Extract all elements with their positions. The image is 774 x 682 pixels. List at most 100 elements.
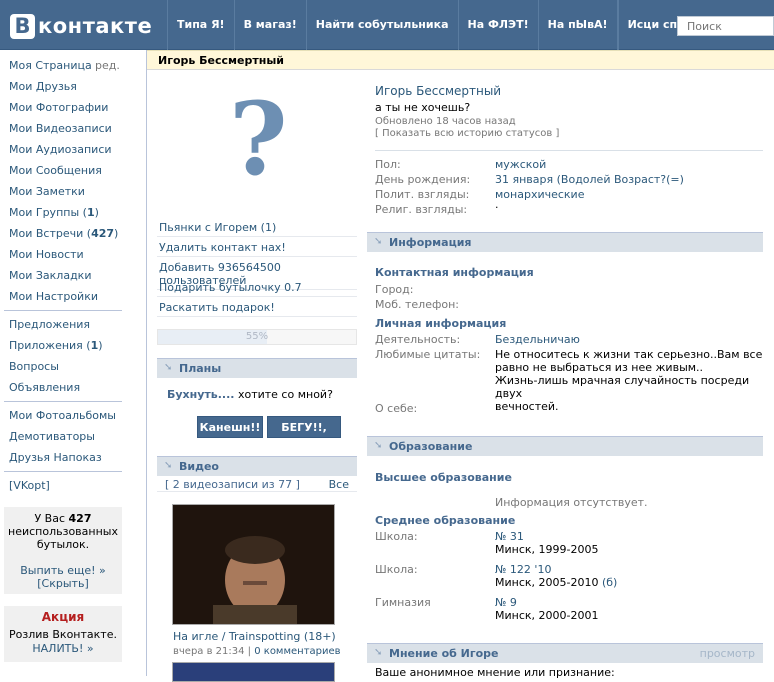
arrow-icon: ➘ — [374, 440, 383, 451]
vkopt-link[interactable]: [VKopt] — [9, 479, 50, 492]
sidebar-item-ads[interactable]: Объявления — [9, 381, 80, 394]
paren: ) — [114, 227, 119, 240]
paren: ) — [94, 206, 99, 219]
school-name-link[interactable]: № 31 — [495, 530, 524, 543]
run-button[interactable]: БЕГУ!!, уже — [267, 416, 341, 455]
sidebar-item-demotivators[interactable]: Демотиваторы — [9, 430, 95, 443]
school-detail: Минск, 1999-2005 — [495, 543, 599, 556]
sidebar-item-show-friends[interactable]: Друзья Напоказ — [9, 451, 102, 464]
search-input[interactable] — [677, 16, 774, 36]
logo-badge: В — [10, 13, 35, 39]
video-thumbnail[interactable] — [172, 504, 335, 625]
action-give-bottle[interactable]: Подарить бутылочку 0.7 — [157, 279, 357, 297]
sidebar-item-videos[interactable]: Мои Видеозаписи — [9, 122, 112, 135]
hide-link[interactable]: [Скрыть] — [4, 577, 122, 590]
bottles-box: У Вас 427 неиспользованных бутылок. Выпи… — [4, 507, 122, 594]
arrow-icon: ➘ — [374, 647, 383, 658]
sidebar-item-groups[interactable]: Мои Группы (1) — [9, 206, 99, 219]
status-text[interactable]: а ты не хочешь? — [375, 101, 470, 114]
drink-more-link[interactable]: Выпить еще! » — [4, 564, 122, 577]
status-history-link[interactable]: [ Показать всю историю статусов ] — [375, 128, 559, 139]
school-label: Школа: — [375, 563, 418, 576]
agree-button[interactable]: Канешн!! — [197, 416, 263, 438]
sidebar-item-offers[interactable]: Предложения — [9, 318, 90, 331]
sidebar-item-friends[interactable]: Мои Друзья — [9, 80, 77, 93]
school-label: Школа: — [375, 530, 418, 543]
nav-v-magaz[interactable]: В магаз! — [233, 0, 306, 50]
action-send-gift[interactable]: Раскатить подарок! — [157, 299, 357, 317]
activity-value[interactable]: Бездельничаю — [495, 333, 580, 346]
secondary-education-title: Среднее образование — [375, 514, 516, 527]
video-frame — [173, 505, 334, 624]
sidebar-item-audio[interactable]: Мои Аудиозаписи — [9, 143, 112, 156]
nav-na-flat[interactable]: На ФЛЭТ! — [457, 0, 538, 50]
logo-text: контакте — [38, 14, 153, 38]
progress-label: 55% — [245, 331, 269, 342]
sidebar-item-photoalbums[interactable]: Мои Фотоальбомы — [9, 409, 116, 422]
promo-title: Акция — [41, 610, 85, 624]
action-parties[interactable]: Пьянки с Игорем (1) — [157, 219, 357, 237]
school-name-link[interactable]: № 9 — [495, 596, 517, 609]
arrow-icon: ➘ — [164, 460, 173, 471]
logo[interactable]: В контакте — [10, 11, 152, 41]
sidebar-item-events[interactable]: Мои Встречи (427) — [9, 227, 118, 240]
quotes-value: Не относитесь к жизни так серьезно..Вам … — [495, 348, 774, 413]
profile-name-bar: Игорь Бессмертный — [147, 50, 774, 70]
politics-label: Полит. взгляды: — [375, 188, 470, 201]
bottles-line3: бутылок. — [36, 538, 90, 551]
opinion-prompt: Ваше анонимное мнение или признание: — [375, 666, 615, 679]
gender-value[interactable]: мужской — [495, 158, 546, 171]
sidebar-divider — [4, 310, 122, 311]
video-all-link[interactable]: Все — [329, 478, 349, 491]
politics-value[interactable]: монархические — [495, 188, 584, 201]
arrow-icon: ➘ — [374, 236, 383, 247]
sidebar-item-label: Мои Встречи ( — [9, 227, 92, 240]
birthday-value[interactable]: 31 января (Водолей Возраст?(=) — [495, 173, 684, 186]
activity-label: Деятельность: — [375, 333, 461, 346]
sidebar-item-label: Приложения ( — [9, 339, 91, 352]
higher-education-title: Высшее образование — [375, 471, 512, 484]
arrow-icon: ➘ — [164, 362, 173, 373]
school-detail: Минск, 2000-2001 — [495, 609, 599, 622]
sidebar-item-notes[interactable]: Мои Заметки — [9, 185, 85, 198]
sidebar-item-label: Моя Страница — [9, 59, 92, 72]
school-label: Гимназия — [375, 596, 431, 609]
edit-link[interactable]: ред. — [95, 59, 120, 72]
sidebar-item-settings[interactable]: Мои Настройки — [9, 290, 98, 303]
progress-bar: 55% — [157, 329, 357, 345]
personal-info-title: Личная информация — [375, 317, 507, 330]
sidebar-item-news[interactable]: Мои Новости — [9, 248, 84, 261]
video-header: ➘ Видео — [157, 456, 357, 476]
section-title: Планы — [179, 362, 222, 375]
main-content: Игорь Бессмертный ? Пьянки с Игорем (1) … — [146, 50, 774, 682]
nav-find-drinker[interactable]: Найти собутыльника — [305, 0, 458, 50]
quote-line: вечностей. — [495, 400, 559, 413]
profile-photo-placeholder[interactable]: ? — [229, 80, 288, 198]
status-updated: Обновлено 18 часов назад — [375, 116, 516, 127]
contact-info-title: Контактная информация — [375, 266, 534, 279]
video-title[interactable]: На игле / Trainspotting (18+) — [173, 630, 336, 643]
education-header[interactable]: ➘ Образование — [367, 436, 763, 456]
info-header[interactable]: ➘ Информация — [367, 232, 763, 252]
nav-typa-ya[interactable]: Типа Я! — [167, 0, 234, 50]
sidebar-item-bookmarks[interactable]: Мои Закладки — [9, 269, 91, 282]
opinion-header[interactable]: ➘ Мнение об Игоре просмотр — [367, 643, 763, 663]
nav-na-pyva[interactable]: На пЫвА! — [537, 0, 618, 50]
sidebar-item-my-page[interactable]: Моя Страница — [9, 59, 92, 72]
sidebar: Моя Страница ред. Мои Друзья Мои Фотогра… — [0, 50, 145, 676]
class-link[interactable]: (б) — [602, 576, 617, 589]
sidebar-item-apps[interactable]: Приложения (1) — [9, 339, 103, 352]
school-name-link[interactable]: № 122 '10 — [495, 563, 551, 576]
action-delete-contact[interactable]: Удалить контакт нах! — [157, 239, 357, 257]
sidebar-item-messages[interactable]: Мои Сообщения — [9, 164, 102, 177]
view-link[interactable]: просмотр — [700, 647, 755, 660]
video-thumbnail-2[interactable] — [172, 662, 335, 682]
video-comments-link[interactable]: 0 комментариев — [254, 646, 340, 657]
promo-box: Акция Розлив Вконтакте. НАЛИТЬ! » — [4, 606, 122, 662]
video-time: вчера в 21:34 — [173, 646, 245, 657]
bottles-prefix: У Вас — [34, 512, 66, 525]
section-title: Мнение об Игоре — [389, 647, 499, 660]
sidebar-item-photos[interactable]: Мои Фотографии — [9, 101, 108, 114]
sidebar-item-questions[interactable]: Вопросы — [9, 360, 59, 373]
pour-link[interactable]: НАЛИТЬ! » — [4, 642, 122, 656]
